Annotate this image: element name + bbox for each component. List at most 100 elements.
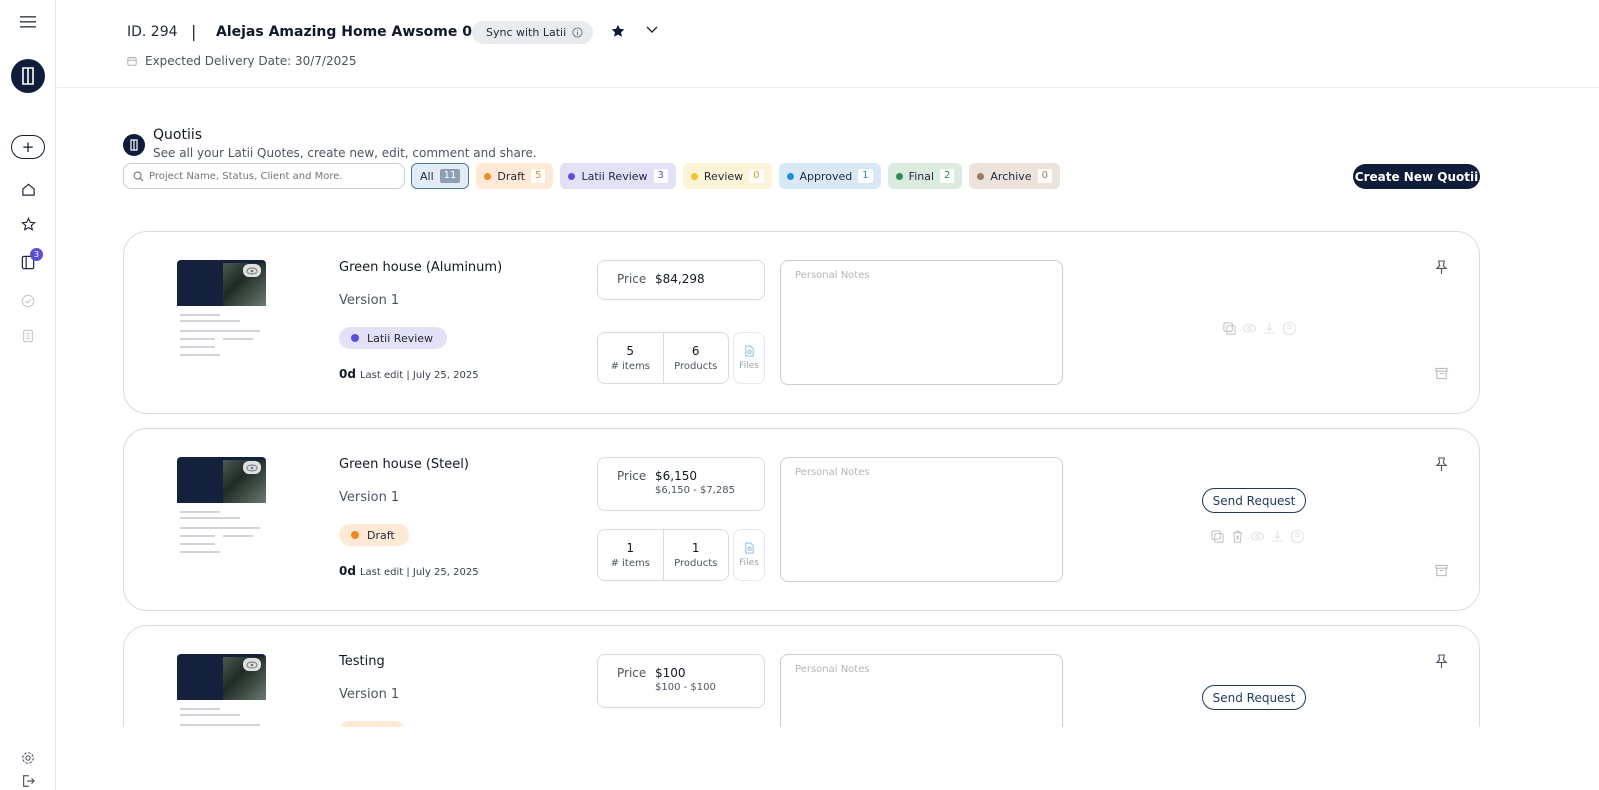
products-count: 6 (691, 344, 700, 358)
delivery-date: Expected Delivery Date: 30/7/2025 (145, 54, 357, 68)
home-icon[interactable] (0, 180, 56, 198)
quote-thumbnail[interactable] (177, 654, 266, 727)
price-range: $6,150 - $7,285 (655, 485, 735, 496)
preview-eye-icon[interactable] (243, 658, 261, 671)
filter-count: 2 (940, 169, 955, 183)
quote-card[interactable]: Green house (Aluminum) Version 1 Latii R… (123, 231, 1480, 414)
filter-label: Archive (990, 169, 1032, 183)
files-button[interactable]: Files (733, 332, 765, 384)
settings-icon[interactable] (0, 749, 56, 767)
status-filters: All 11 Draft 5 Latii Review 3 Review 0 A… (411, 163, 1060, 189)
send-request-button[interactable]: Send Request (1202, 488, 1306, 513)
filter-count: 0 (1037, 169, 1052, 183)
price-value: $100 (655, 666, 686, 680)
pin-icon[interactable] (1435, 654, 1448, 669)
price-box: Price $6,150 $6,150 - $7,285 (597, 457, 765, 511)
project-id: ID. 294 (127, 24, 178, 40)
logout-icon[interactable] (0, 773, 56, 789)
filter-label: Latii Review (581, 169, 648, 183)
price-value: $84,298 (655, 272, 705, 286)
copy-icon[interactable] (1210, 529, 1225, 544)
download-icon[interactable] (1262, 321, 1277, 336)
star-icon[interactable] (0, 215, 56, 233)
add-new-button[interactable]: + (0, 135, 56, 159)
personal-notes-input[interactable] (780, 260, 1063, 385)
filter-archive[interactable]: Archive 0 (969, 163, 1060, 189)
status-dot (690, 172, 698, 180)
status-dot (895, 172, 903, 180)
view-icon[interactable] (1250, 529, 1265, 544)
status-dot (351, 334, 359, 342)
items-label: # items (610, 558, 650, 569)
info-icon (572, 27, 583, 38)
price-label: Price (617, 666, 647, 680)
send-request-button[interactable]: Send Request (1202, 685, 1306, 710)
quote-name[interactable]: Testing (339, 654, 385, 669)
logo-icon[interactable] (0, 59, 56, 93)
filter-final[interactable]: Final 2 (887, 163, 963, 189)
personal-notes-input[interactable] (780, 457, 1063, 582)
download-icon[interactable] (1270, 529, 1285, 544)
status-dot (484, 172, 492, 180)
delete-icon[interactable] (1230, 529, 1245, 544)
items-count: 5 (626, 344, 635, 358)
sync-button[interactable]: Sync with Latii (472, 21, 594, 44)
filter-label: Review (703, 169, 744, 183)
sync-label: Sync with Latii (486, 26, 567, 39)
personal-notes-input[interactable] (780, 654, 1063, 727)
status-dot (786, 172, 794, 180)
share-user-icon[interactable] (1282, 321, 1297, 336)
filter-all[interactable]: All 11 (411, 163, 470, 189)
quote-name[interactable]: Green house (Aluminum) (339, 260, 502, 275)
files-button[interactable]: Files (733, 529, 765, 581)
quote-actions (1210, 529, 1305, 544)
products-label: Products (674, 361, 718, 372)
preview-eye-icon[interactable] (243, 461, 261, 474)
filter-review[interactable]: Review 0 (682, 163, 772, 189)
view-icon[interactable] (1242, 321, 1257, 336)
pin-icon[interactable] (1435, 457, 1448, 472)
preview-eye-icon[interactable] (243, 264, 261, 277)
copy-icon[interactable] (1222, 321, 1237, 336)
products-label: Products (674, 558, 718, 569)
price-label: Price (617, 469, 647, 483)
quote-thumbnail[interactable] (177, 260, 266, 362)
search-input[interactable] (149, 170, 399, 182)
filter-count: 11 (439, 169, 461, 183)
quote-card[interactable]: Green house (Steel) Version 1 Draft 0d L… (123, 428, 1480, 611)
share-user-icon[interactable] (1290, 529, 1305, 544)
project-header: ID. 294 | Alejas Amazing Home Awsome 000… (57, 0, 1599, 88)
filter-label: Final (908, 169, 935, 183)
quotes-icon[interactable]: 3 (0, 247, 56, 271)
last-edit: 0d Last edit | July 25, 2025 (339, 367, 479, 381)
price-label: Price (617, 272, 647, 286)
filter-approved[interactable]: Approved 1 (778, 163, 881, 189)
files-label: Files (739, 558, 759, 568)
building-icon[interactable] (0, 327, 56, 345)
archive-icon[interactable] (1435, 564, 1448, 577)
status-badge (339, 721, 405, 727)
chevron-down-icon[interactable] (646, 26, 658, 34)
favorite-star-icon[interactable] (611, 24, 625, 38)
menu-icon[interactable] (0, 12, 56, 32)
filter-count: 0 (749, 169, 764, 183)
status-label: Latii Review (367, 331, 434, 345)
header-separator: | (191, 22, 197, 41)
search-icon (133, 171, 144, 181)
quote-thumbnail[interactable] (177, 457, 266, 559)
filter-latii-review[interactable]: Latii Review 3 (560, 163, 676, 189)
archive-icon[interactable] (1435, 367, 1448, 380)
expected-delivery: Expected Delivery Date: 30/7/2025 (127, 54, 357, 68)
file-search-icon (744, 542, 754, 554)
filter-label: All (420, 169, 434, 183)
quote-version: Version 1 (339, 293, 400, 308)
create-new-quotii-button[interactable]: Create New Quotii (1353, 164, 1480, 189)
status-badge: Latii Review (339, 327, 448, 349)
quote-name[interactable]: Green house (Steel) (339, 457, 469, 472)
check-icon[interactable] (0, 292, 56, 310)
filter-draft[interactable]: Draft 5 (476, 163, 554, 189)
quote-card[interactable]: Testing Version 1 Price $100 $100 - $100… (123, 625, 1480, 727)
pin-icon[interactable] (1435, 260, 1448, 275)
section-subtitle: See all your Latii Quotes, create new, e… (153, 146, 537, 160)
search-box (123, 163, 405, 189)
